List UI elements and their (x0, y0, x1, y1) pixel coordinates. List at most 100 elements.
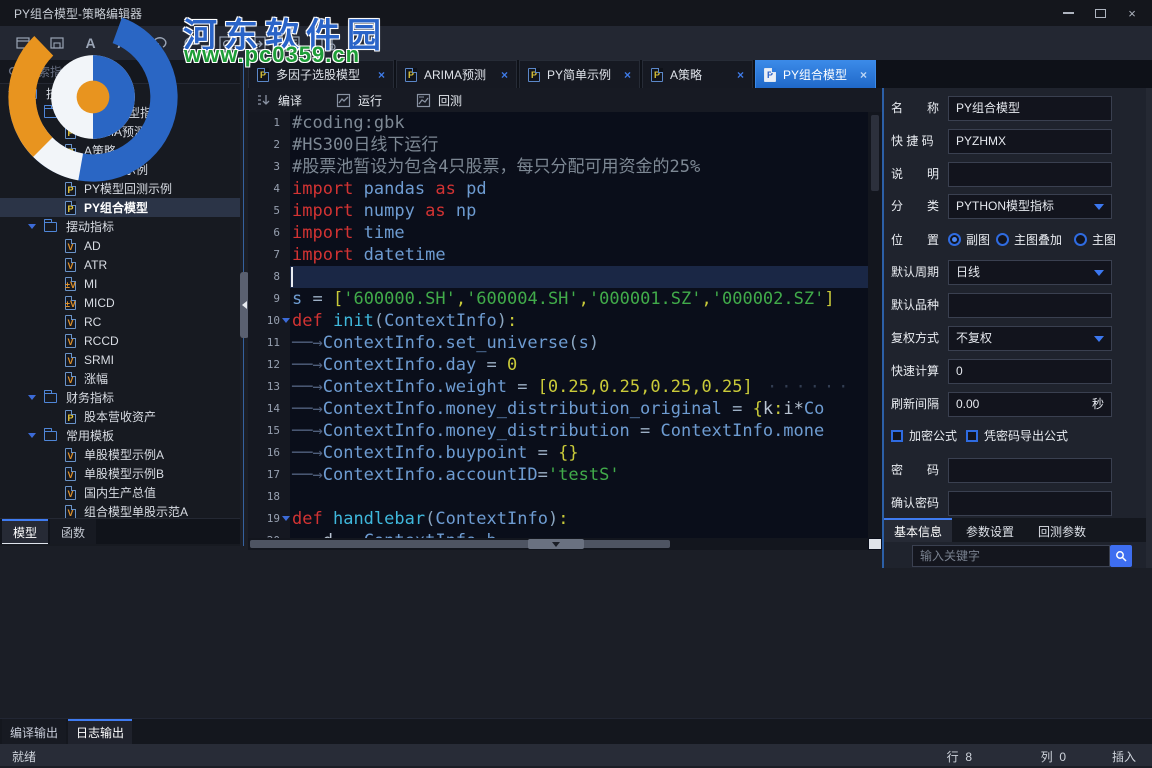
code-line-1[interactable]: 1#coding:gbk (248, 112, 868, 134)
refresh-interval-field[interactable]: 0.00秒 (948, 392, 1112, 417)
vertical-scroll-thumb[interactable] (871, 115, 879, 191)
editor-tab-ARIMA预测[interactable]: PARIMA预测× (396, 60, 517, 88)
tree-item-摆动指标[interactable]: 摆动指标 (0, 217, 240, 236)
close-button[interactable]: × (1116, 0, 1148, 26)
code-line-8[interactable]: 8 (248, 266, 868, 288)
code-line-18[interactable]: 18 (248, 486, 868, 508)
close-tab-icon[interactable]: × (860, 68, 867, 82)
code-line-12[interactable]: 12──→ContextInfo.day = 0 (248, 354, 868, 376)
tree-item-PY组合模型[interactable]: PPY组合模型 (0, 198, 240, 217)
tree-item-PY简单示例[interactable]: PPY简单示例 (0, 160, 240, 179)
code-line-20[interactable]: 20──→d = ContextInfo.b (248, 530, 868, 538)
export-script-icon[interactable] (284, 32, 305, 54)
code-line-3[interactable]: 3#股票池暂设为包含4只股票，每只分配可用资金的25% (248, 156, 868, 178)
default-symbol-field[interactable] (948, 293, 1112, 318)
code-line-19[interactable]: 19def handlebar(ContextInfo): (248, 508, 868, 530)
left-tab-模型[interactable]: 模型 (2, 519, 48, 544)
code-line-4[interactable]: 4import pandas as pd (248, 178, 868, 200)
expanded-arrow-icon[interactable] (8, 91, 16, 96)
properties-tab-回测参数[interactable]: 回测参数 (1028, 518, 1096, 542)
tree-item-单股模型示例B[interactable]: V单股模型示例B (0, 464, 240, 483)
tree-item-PY模型回测示例[interactable]: PPY模型回测示例 (0, 179, 240, 198)
script-settings-icon[interactable] (318, 32, 339, 54)
code-line-2[interactable]: 2#HS300日线下运行 (248, 134, 868, 156)
position-radio-overlay[interactable]: 主图叠加 (996, 228, 1062, 253)
tree-item-A策略[interactable]: PA策略 (0, 141, 240, 160)
code-line-13[interactable]: 13──→ContextInfo.weight = [0.25,0.25,0.2… (248, 376, 868, 398)
tree-item-单股模型示例A[interactable]: V单股模型示例A (0, 445, 240, 464)
adjust-mode-select[interactable]: 不复权 (948, 326, 1112, 351)
left-splitter[interactable] (240, 60, 248, 546)
code-line-11[interactable]: 11──→ContextInfo.set_universe(s) (248, 332, 868, 354)
keyword-search-input[interactable]: 输入关键字 (912, 545, 1110, 567)
close-tab-icon[interactable]: × (501, 68, 508, 82)
tree-item-MICD[interactable]: ±VMICD (0, 293, 240, 312)
tree-item-RCCD[interactable]: VRCCD (0, 331, 240, 350)
expanded-arrow-icon[interactable] (28, 433, 36, 438)
output-tab-编译输出[interactable]: 编译输出 (2, 719, 66, 744)
collapse-bottom-panel-handle[interactable] (528, 539, 584, 549)
tree-item-技术指标[interactable]: 技术指标 (0, 84, 240, 103)
import-page-icon[interactable] (250, 32, 271, 54)
close-tab-icon[interactable]: × (624, 68, 631, 82)
编译-button[interactable]: 编译 (256, 92, 302, 109)
maximize-button[interactable] (1084, 0, 1116, 26)
close-tab-icon[interactable]: × (378, 68, 385, 82)
expanded-arrow-icon[interactable] (28, 395, 36, 400)
description-field[interactable] (948, 162, 1112, 187)
tree-item-ATR[interactable]: VATR (0, 255, 240, 274)
indicator-search-input[interactable]: 搜索指标 (0, 60, 240, 84)
code-line-14[interactable]: 14──→ContextInfo.money_distribution_orig… (248, 398, 868, 420)
expanded-arrow-icon[interactable] (28, 110, 36, 115)
editor-tab-PY组合模型[interactable]: PPY组合模型× (755, 60, 876, 88)
new-window-icon[interactable] (12, 32, 33, 54)
export-with-password-checkbox[interactable]: 凭密码导出公式 (966, 426, 1068, 446)
font-increase-icon[interactable]: A+ (114, 32, 135, 54)
save-window-icon[interactable] (46, 32, 67, 54)
运行-button[interactable]: 运行 (336, 92, 382, 109)
confirm-password-field[interactable] (948, 491, 1112, 516)
undo-icon[interactable] (148, 32, 169, 54)
fold-arrow-icon[interactable] (282, 318, 290, 323)
encrypt-formula-checkbox[interactable]: 加密公式 (891, 426, 957, 446)
tree-item-股本营收资产[interactable]: P股本营收资产 (0, 407, 240, 426)
tree-item-国内生产总值[interactable]: V国内生产总值 (0, 483, 240, 502)
category-select[interactable]: PYTHON模型指标 (948, 194, 1112, 219)
tree-item-MI[interactable]: ±VMI (0, 274, 240, 293)
tree-item-常用模板[interactable]: 常用模板 (0, 426, 240, 445)
properties-scrollbar[interactable] (1146, 88, 1152, 568)
fold-arrow-icon[interactable] (282, 516, 290, 521)
tree-item-AD[interactable]: VAD (0, 236, 240, 255)
tree-item-涨幅[interactable]: V涨幅 (0, 369, 240, 388)
tree-item-ARIMA预测[interactable]: PARIMA预测 (0, 122, 240, 141)
hotkey-field[interactable]: PYZHMX (948, 129, 1112, 154)
code-line-7[interactable]: 7import datetime (248, 244, 868, 266)
editor-vertical-scrollbar[interactable] (868, 112, 882, 538)
close-tab-icon[interactable]: × (737, 68, 744, 82)
properties-tab-基本信息[interactable]: 基本信息 (884, 518, 952, 542)
default-period-select[interactable]: 日线 (948, 260, 1112, 285)
editor-tab-PY简单示例[interactable]: PPY简单示例× (519, 60, 640, 88)
回测-button[interactable]: 回测 (416, 92, 462, 109)
editor-tab-多因子选股模型[interactable]: P多因子选股模型× (248, 60, 394, 88)
code-line-6[interactable]: 6import time (248, 222, 868, 244)
font-decrease-icon[interactable]: A (80, 32, 101, 54)
find-in-page-icon[interactable] (216, 32, 237, 54)
code-line-16[interactable]: 16──→ContextInfo.buypoint = {} (248, 442, 868, 464)
code-line-5[interactable]: 5import numpy as np (248, 200, 868, 222)
tree-item-RC[interactable]: VRC (0, 312, 240, 331)
output-tab-日志输出[interactable]: 日志输出 (68, 719, 132, 744)
position-radio-main-chart[interactable]: 主图 (1074, 228, 1116, 253)
expanded-arrow-icon[interactable] (28, 224, 36, 229)
quick-calc-field[interactable]: 0 (948, 359, 1112, 384)
left-tab-函数[interactable]: 函数 (50, 519, 96, 544)
editor-tab-A策略[interactable]: PA策略× (642, 60, 753, 88)
code-line-15[interactable]: 15──→ContextInfo.money_distribution = Co… (248, 420, 868, 442)
redo-icon[interactable] (182, 32, 203, 54)
tree-item-SRMI[interactable]: VSRMI (0, 350, 240, 369)
horizontal-scroll-thumb[interactable] (250, 540, 670, 548)
code-editor[interactable]: 1#coding:gbk2#HS300日线下运行3#股票池暂设为包含4只股票，每… (248, 112, 882, 550)
code-line-17[interactable]: 17──→ContextInfo.accountID='testS' (248, 464, 868, 486)
code-line-9[interactable]: 9s = ['600000.SH','600004.SH','000001.SZ… (248, 288, 868, 310)
password-field[interactable] (948, 458, 1112, 483)
